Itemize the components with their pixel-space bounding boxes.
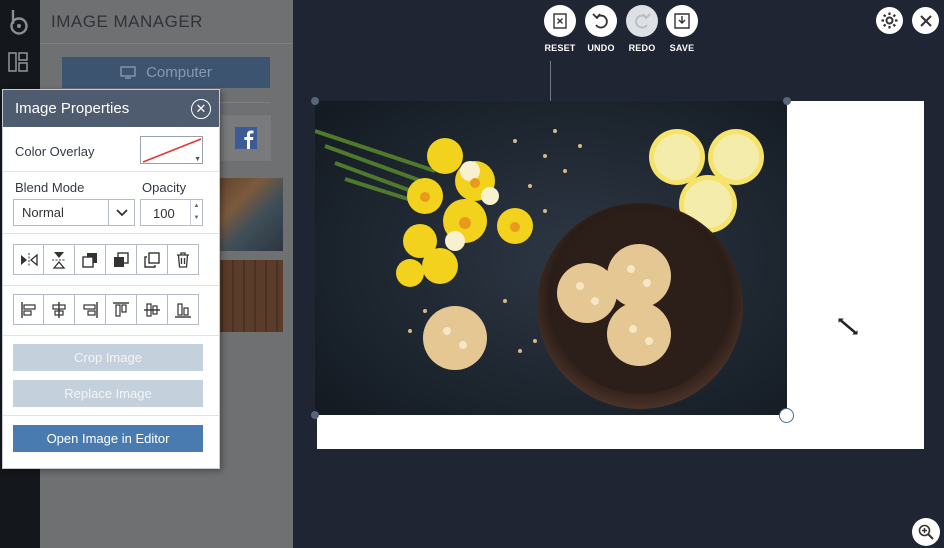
bring-forward-button[interactable]: [106, 244, 137, 275]
close-icon: [919, 14, 932, 27]
resize-handle-bottom-left[interactable]: [311, 411, 319, 419]
send-backward-icon: [82, 252, 97, 268]
align-right-icon: [83, 301, 98, 318]
layout-icon[interactable]: [8, 52, 28, 72]
flip-vertical-button[interactable]: [44, 244, 75, 275]
blend-mode-select[interactable]: Normal: [13, 199, 135, 226]
close-editor-button[interactable]: [912, 7, 939, 34]
divider: [3, 335, 219, 336]
blend-mode-value: Normal: [22, 205, 64, 220]
align-left-button[interactable]: [13, 294, 44, 325]
properties-title: Image Properties: [15, 100, 130, 117]
divider: [40, 43, 293, 44]
undo-label: UNDO: [587, 43, 615, 53]
close-properties-button[interactable]: ✕: [191, 99, 211, 119]
divider: [3, 233, 219, 234]
facebook-source-button[interactable]: [221, 115, 271, 161]
redo-button[interactable]: REDO: [625, 5, 659, 53]
close-icon: ✕: [195, 101, 207, 116]
reset-label: RESET: [544, 43, 576, 53]
flip-vertical-icon: [52, 251, 66, 269]
align-top-button[interactable]: [106, 294, 137, 325]
reset-button[interactable]: RESET: [543, 5, 577, 53]
resize-handle-top-right[interactable]: [783, 97, 791, 105]
align-top-icon: [113, 301, 129, 317]
dropdown-caret-icon: ▼: [194, 156, 201, 163]
opacity-stepper[interactable]: ▲ ▼: [190, 200, 202, 225]
align-center-horizontal-button[interactable]: [44, 294, 75, 325]
open-image-in-editor-button[interactable]: Open Image in Editor: [13, 425, 203, 452]
duplicate-icon: [144, 251, 160, 268]
facebook-icon: [235, 127, 257, 149]
undo-button[interactable]: UNDO: [584, 5, 618, 53]
bring-forward-icon: [114, 251, 129, 267]
canvas-connector-line: [550, 61, 551, 101]
align-middle-vertical-button[interactable]: [137, 294, 168, 325]
divider: [3, 285, 219, 286]
save-label: SAVE: [669, 43, 695, 53]
align-middle-vertical-icon: [144, 302, 160, 317]
monitor-icon: [120, 66, 136, 79]
food-photo-image: [315, 101, 787, 415]
selected-image[interactable]: [315, 101, 787, 415]
image-properties-panel: Image Properties ✕ Color Overlay ▼ Blend…: [2, 89, 220, 469]
chevron-down-icon: [108, 200, 134, 225]
image-manager-title: IMAGE MANAGER: [51, 12, 203, 31]
blend-mode-label: Blend Mode: [15, 180, 85, 195]
delete-button[interactable]: [168, 244, 199, 275]
align-bottom-icon: [175, 302, 191, 318]
reset-icon: [553, 13, 567, 29]
computer-upload-button[interactable]: Computer: [62, 57, 270, 88]
app-logo-icon[interactable]: [7, 8, 31, 36]
align-left-icon: [20, 301, 36, 318]
image-thumbnail[interactable]: [212, 178, 283, 251]
redo-icon: [635, 13, 651, 29]
redo-label: REDO: [628, 43, 656, 53]
computer-label: Computer: [146, 64, 212, 81]
transform-toolbar: [13, 244, 199, 275]
flip-horizontal-button[interactable]: [13, 244, 44, 275]
opacity-label: Opacity: [142, 180, 187, 195]
flip-horizontal-icon: [20, 252, 38, 267]
resize-cursor-icon: [837, 317, 859, 336]
undo-icon: [592, 13, 608, 29]
align-bottom-button[interactable]: [168, 294, 199, 325]
properties-header: Image Properties: [3, 90, 219, 127]
opacity-value: 100: [153, 206, 175, 221]
zoom-in-icon: [918, 524, 934, 540]
resize-handle-bottom-right[interactable]: [779, 408, 794, 423]
color-overlay-label: Color Overlay: [15, 144, 95, 159]
divider: [3, 415, 219, 416]
align-right-button[interactable]: [75, 294, 106, 325]
zoom-button[interactable]: [912, 518, 940, 546]
save-icon: [674, 13, 690, 29]
divider: [3, 171, 219, 172]
resize-handle-top-left[interactable]: [311, 97, 319, 105]
send-backward-button[interactable]: [75, 244, 106, 275]
alignment-toolbar: [13, 294, 199, 325]
opacity-input[interactable]: 100 ▲ ▼: [140, 199, 203, 226]
crop-image-button[interactable]: Crop Image: [13, 344, 203, 371]
align-center-horizontal-icon: [52, 301, 66, 318]
settings-button[interactable]: [876, 7, 903, 34]
save-button[interactable]: SAVE: [665, 5, 699, 53]
color-overlay-picker[interactable]: ▼: [140, 136, 203, 164]
gear-icon: [881, 12, 898, 29]
trash-icon: [177, 251, 189, 268]
image-thumbnail[interactable]: [212, 260, 283, 332]
duplicate-button[interactable]: [137, 244, 168, 275]
replace-image-button[interactable]: Replace Image: [13, 380, 203, 407]
